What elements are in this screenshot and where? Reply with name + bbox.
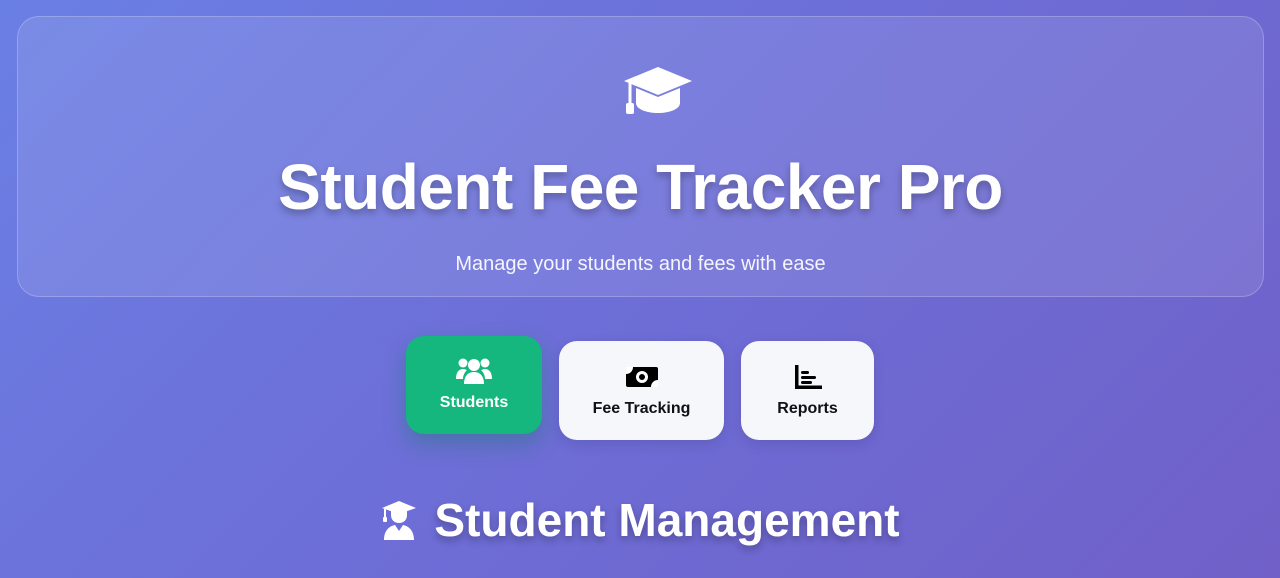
user-graduate-icon [382, 501, 417, 540]
tab-reports[interactable]: Reports [741, 341, 874, 440]
header-card: Student Fee Tracker Pro Manage your stud… [17, 16, 1264, 297]
graduation-cap-icon [624, 67, 692, 114]
section-heading: Student Management [0, 490, 1280, 550]
app-subtitle: Manage your students and fees with ease [455, 253, 826, 275]
app-title: Student Fee Tracker Pro [278, 151, 1003, 223]
tab-students[interactable]: Students [406, 336, 542, 434]
tab-reports-label: Reports [777, 399, 838, 417]
tab-students-label: Students [439, 394, 509, 411]
tab-fee-tracking[interactable]: Fee Tracking [559, 341, 724, 440]
users-icon [456, 358, 492, 384]
section-title: Student Management [434, 494, 900, 546]
money-bill-icon [625, 366, 658, 387]
tab-fee-tracking-label: Fee Tracking [592, 399, 691, 417]
chart-bar-icon [794, 364, 822, 389]
